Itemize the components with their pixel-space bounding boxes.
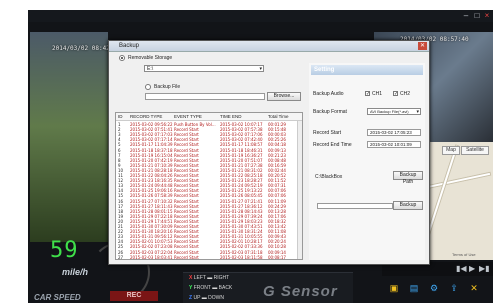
title-bar: – □ × [28,10,493,22]
close-icon[interactable]: × [483,12,491,20]
drive-select[interactable]: E:\ ▾ [144,65,264,72]
browse-button[interactable]: Browse... [267,92,301,101]
backup-path-button[interactable]: Backup Path [393,171,423,185]
removable-storage-label: Removable Storage [128,55,173,61]
table-row[interactable]: 27 2015-02-03 18:03:41 Record Start 2015-02… [116,254,302,260]
satellite-view-button[interactable]: Satellite [461,146,489,155]
speed-unit: mile/h [62,267,89,277]
table-cell: 27 [118,254,124,260]
chevron-down-icon: ▾ [416,109,419,115]
column-header-event-type[interactable]: EVENT TYPE [174,114,202,119]
backup-format-select[interactable]: AVI Backup File(*.avi) ▾ [367,108,421,115]
drive-select-value: E:\ [147,66,154,72]
g-axis-y: Y FRONT ▬ BACK [189,285,233,291]
settings-title: Setting [314,67,335,73]
toolbar-icons: ▣ ▤ ⚙ ⇪ ✕ [388,282,493,300]
dialog-title-bar[interactable]: Backup ✕ [109,41,429,52]
backup-file-label: Backup File [154,84,181,90]
settings-header: Setting [311,65,423,75]
skip-back-icon[interactable]: ▮◀ [456,264,467,273]
map-terms[interactable]: Terms of Use [452,252,476,257]
ch2-checkbox[interactable]: ✓ [393,91,398,97]
ch2-label: CH2 [400,91,411,97]
record-start-label: Record Start [313,130,342,136]
record-end-label: Record End Time [313,142,352,148]
table-cell: Record Start [174,254,199,260]
ch1-checkbox[interactable]: ✓ [365,91,370,97]
table-header: ID RECORD TYPE EVENT TYPE TIME END Total… [116,113,302,121]
folder-icon[interactable]: ▤ [408,282,420,294]
speed-value: 59 [50,238,79,263]
settings-icon[interactable]: ⚙ [428,282,440,294]
ch1-label: CH1 [372,91,383,97]
column-header-time-end[interactable]: TIME END [220,114,242,119]
backup-button[interactable]: Backup [393,201,423,210]
record-end-field[interactable]: 2015-03-02 10:01:09 [367,141,421,148]
chevron-down-icon: ▾ [259,66,262,72]
backup-format-value: AVI Backup File(*.avi) [370,109,409,114]
backup-file-path[interactable] [145,93,265,100]
backup-format-label: Backup Format [313,109,347,115]
column-header-total-time[interactable]: Total Time [268,114,289,119]
maximize-icon[interactable]: □ [473,12,481,20]
dialog-close-icon[interactable]: ✕ [418,42,427,50]
column-header-record-type[interactable]: RECORD TYPE [130,114,162,119]
backup-path-value: C:\BlackBox [315,174,343,180]
table-cell: 2015-02-03 18:03:41 [130,254,173,260]
gsensor-label: G Sensor [263,283,338,300]
record-list-table: ID RECORD TYPE EVENT TYPE TIME END Total… [115,112,303,260]
front-camera-video[interactable] [30,32,108,242]
car-speed-label: CAR SPEED [34,293,81,302]
map-view-button[interactable]: Map [442,146,460,155]
backup-dialog: Backup ✕ Removable Storage E:\ ▾ Backup … [108,40,430,265]
skip-forward-icon[interactable]: ▶▮ [479,264,490,273]
minimize-icon[interactable]: – [462,12,470,20]
tools-icon[interactable]: ✕ [468,282,480,294]
backup-audio-label: Backup Audio [313,91,344,97]
settings-panel: Setting Backup Audio ✓ CH1 ✓ CH2 Backup … [309,63,425,260]
record-start-field[interactable]: 2015-03-02 17:05:23 [367,129,421,136]
record-badge: REC [110,291,158,301]
left-video-timestamp: 2014/03/02 08:42 [52,45,110,52]
backup-progress-bar [317,203,393,209]
g-axis-z: Z UP ▬ DOWN [189,295,224,301]
share-icon[interactable]: ⇪ [448,282,460,294]
column-header-id[interactable]: ID [118,114,123,119]
backup-file-radio[interactable] [145,84,151,90]
table-scrollbar[interactable] [297,121,302,259]
removable-storage-radio[interactable] [119,55,125,61]
table-cell: 00:08:17 [268,254,286,260]
dialog-title: Backup [119,43,140,49]
save-icon[interactable]: ▣ [388,282,400,294]
g-axis-x: X LEFT ▬ RIGHT [189,275,230,281]
play-icon[interactable]: ▶ [469,264,475,273]
table-cell: 2015-02-03 18:11:58 [220,254,263,260]
